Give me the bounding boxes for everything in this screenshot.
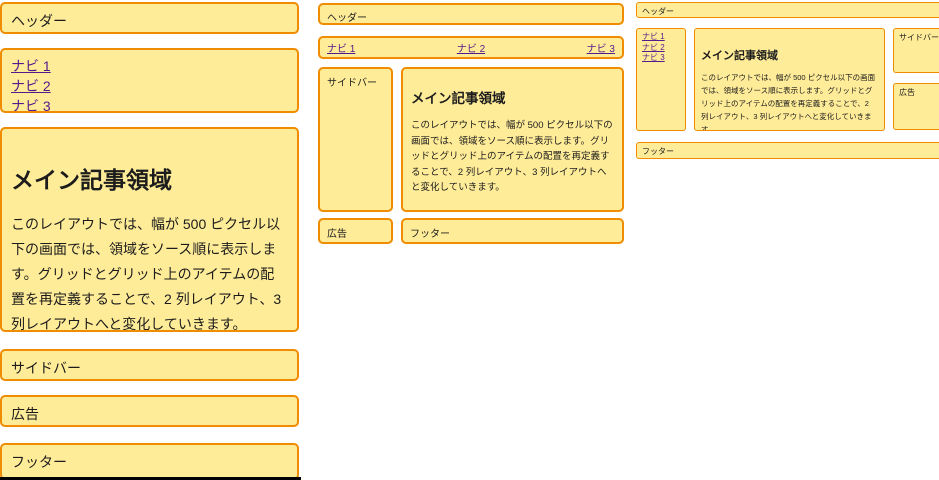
footer-box: フッター <box>0 443 299 480</box>
header-label: ヘッダー <box>642 7 674 16</box>
article-title: メイン記事領域 <box>11 167 288 194</box>
nav-link-2[interactable]: ナビ 2 <box>642 43 665 54</box>
ad-box: 広告 <box>893 83 939 130</box>
header-box: ヘッダー <box>636 2 939 18</box>
pane-two-column-layout: ヘッダー ナビ 1 ナビ 2 ナビ 3 サイドバー メイン記事領域 このレイアウ… <box>318 0 624 480</box>
pane-three-column-layout: ヘッダー ナビ 1 ナビ 2 ナビ 3 メイン記事領域 このレイアウトでは、幅が… <box>636 0 939 480</box>
nav-box: ナビ 1 ナビ 2 ナビ 3 <box>318 36 624 59</box>
nav-box: ナビ 1 ナビ 2 ナビ 3 <box>0 48 299 113</box>
nav-link-3[interactable]: ナビ 3 <box>11 96 51 113</box>
nav-link-1[interactable]: ナビ 1 <box>642 32 665 43</box>
sidebar-box: サイドバー <box>318 67 393 212</box>
main-article-box: メイン記事領域 このレイアウトでは、幅が 500 ピクセル以下の画面では、領域を… <box>694 28 885 131</box>
ad-box: 広告 <box>318 218 393 244</box>
ad-box: 広告 <box>0 395 299 427</box>
pane-mobile-layout: ヘッダー ナビ 1 ナビ 2 ナビ 3 メイン記事領域 このレイアウトでは、幅が… <box>0 0 302 480</box>
footer-label: フッター <box>642 147 674 156</box>
article-title: メイン記事領域 <box>701 50 878 63</box>
main-article-box: メイン記事領域 このレイアウトでは、幅が 500 ピクセル以下の画面では、領域を… <box>401 67 624 212</box>
ad-label: 広告 <box>11 406 39 422</box>
footer-label: フッター <box>410 229 450 240</box>
footer-box: フッター <box>636 142 939 159</box>
nav-link-2[interactable]: ナビ 2 <box>457 40 485 55</box>
nav-link-3[interactable]: ナビ 3 <box>642 53 665 64</box>
footer-label: フッター <box>11 454 67 470</box>
header-box: ヘッダー <box>318 3 624 25</box>
nav-link-2[interactable]: ナビ 2 <box>11 76 51 96</box>
article-body: このレイアウトでは、幅が 500 ピクセル以下の画面では、領域をソース順に表示し… <box>411 118 614 196</box>
ad-label: 広告 <box>899 88 915 97</box>
ad-label: 広告 <box>327 229 347 240</box>
sidebar-box: サイドバー <box>0 349 299 381</box>
nav-link-1[interactable]: ナビ 1 <box>327 40 355 55</box>
sidebar-label: サイドバー <box>11 360 81 376</box>
header-label: ヘッダー <box>11 13 67 29</box>
article-body: このレイアウトでは、幅が 500 ピクセル以下の画面では、領域をソース順に表示し… <box>701 71 878 131</box>
nav-link-3[interactable]: ナビ 3 <box>587 40 615 55</box>
nav-link-1[interactable]: ナビ 1 <box>11 56 51 76</box>
sidebar-box: サイドバー <box>893 28 939 73</box>
footer-box: フッター <box>401 218 624 244</box>
main-article-box: メイン記事領域 このレイアウトでは、幅が 500 ピクセル以下の画面では、領域を… <box>0 127 299 332</box>
header-label: ヘッダー <box>327 13 367 24</box>
header-box: ヘッダー <box>0 2 299 34</box>
article-title: メイン記事領域 <box>411 91 614 107</box>
sidebar-label: サイドバー <box>899 33 939 42</box>
nav-box: ナビ 1 ナビ 2 ナビ 3 <box>636 28 686 131</box>
article-body: このレイアウトでは、幅が 500 ピクセル以下の画面では、領域をソース順に表示し… <box>11 212 288 332</box>
sidebar-label: サイドバー <box>327 78 377 89</box>
